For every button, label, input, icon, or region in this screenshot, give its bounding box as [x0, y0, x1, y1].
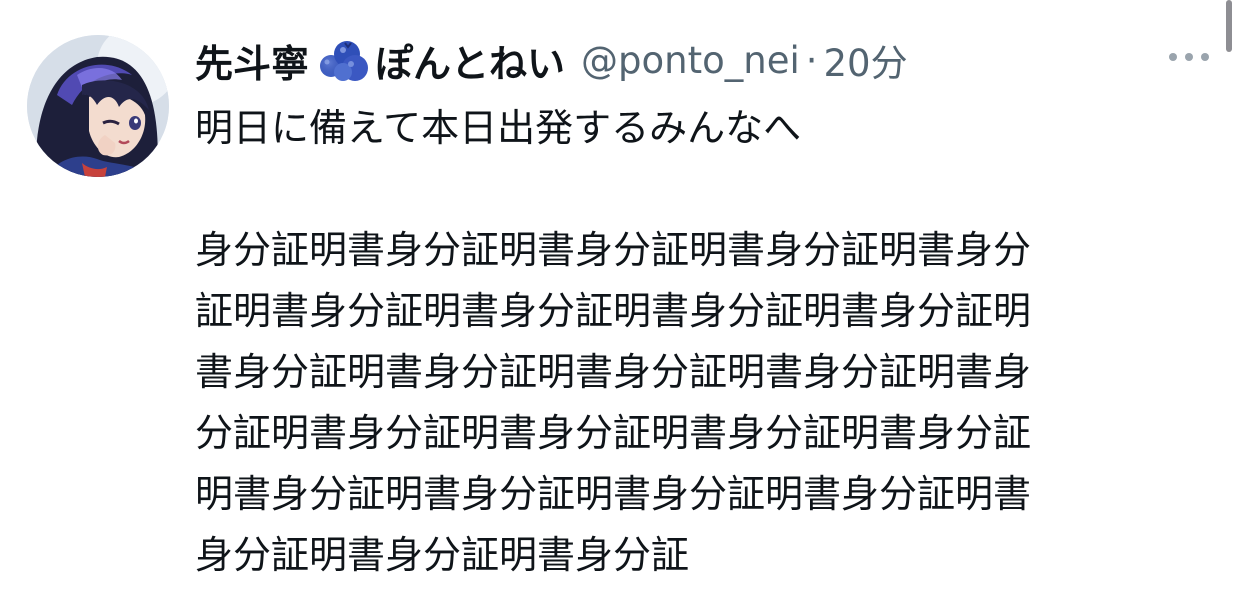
tweet-text-line: 明日に備えて本日出発するみんなへ: [195, 106, 802, 150]
tweet-text-line: 書身分証明書身分証明書身分証明書身分証明書身: [195, 350, 1032, 394]
separator-dot: ·: [805, 38, 818, 82]
tweet-text-line: 分証明書身分証明書身分証明書身分証明書身分証: [195, 411, 1032, 455]
anime-avatar-image: [27, 35, 169, 177]
display-name-suffix[interactable]: ぽんとねい: [375, 33, 565, 88]
avatar[interactable]: [27, 35, 169, 177]
more-options-button[interactable]: [1164, 38, 1214, 76]
timestamp[interactable]: 20分: [824, 33, 908, 87]
tweet-text-line: 身分証明書身分証明書身分証: [195, 533, 690, 577]
user-handle[interactable]: @ponto_nei: [581, 39, 800, 82]
display-name[interactable]: 先斗寧: [195, 33, 309, 88]
more-dots-icon: [1201, 53, 1209, 61]
tweet-text: 明日に備えて本日出発するみんなへ 身分証明書身分証明書身分証明書身分証明書身分 …: [195, 98, 1195, 586]
scrollbar[interactable]: [1226, 0, 1232, 52]
tweet-text-line: 明書身分証明書身分証明書身分証明書身分証明書: [195, 472, 1032, 516]
tweet-text-line: 証明書身分証明書身分証明書身分証明書身分証明: [195, 289, 1032, 333]
tweet[interactable]: 先斗寧 ぽんとねい @ponto_nei · 20分 明日に備えて本日出発するみ…: [0, 0, 1242, 609]
tweet-text-line: 身分証明書身分証明書身分証明書身分証明書身分: [195, 228, 1032, 272]
more-dots-icon: [1185, 53, 1193, 61]
tweet-header: 先斗寧 ぽんとねい @ponto_nei · 20分: [195, 30, 908, 90]
more-dots-icon: [1169, 53, 1177, 61]
blueberries-icon: [317, 36, 371, 84]
